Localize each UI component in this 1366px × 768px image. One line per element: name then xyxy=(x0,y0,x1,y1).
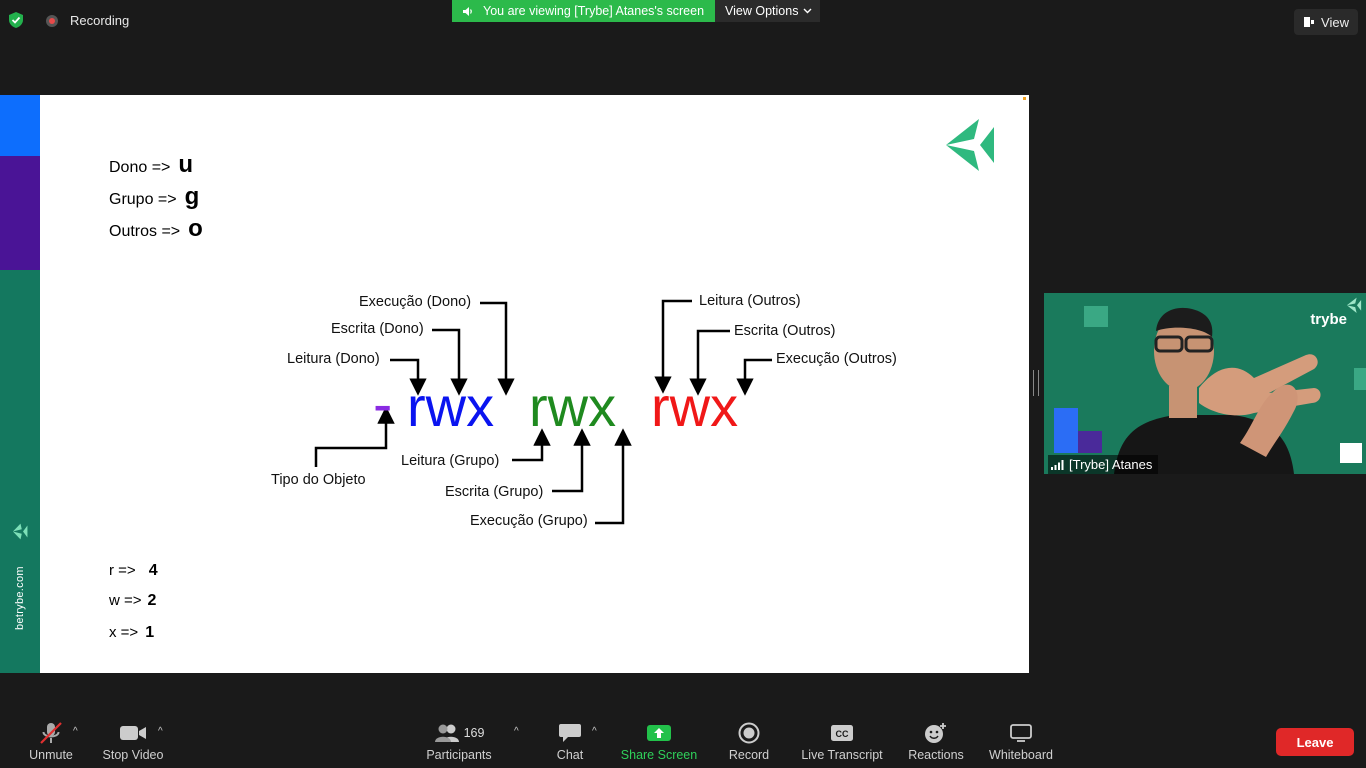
owner-dono-letter: u xyxy=(178,151,194,178)
live-transcript-label: Live Transcript xyxy=(801,748,883,762)
participant-name-label: [Trybe] Atanes xyxy=(1048,455,1159,474)
recording-label: Recording xyxy=(70,13,130,28)
shared-screen-slide: betrybe.com Dono => u Grupo => g Outros … xyxy=(0,95,1029,673)
owner-grupo-label: Grupo => xyxy=(109,191,177,208)
value-w-row: w => 2 xyxy=(109,592,156,610)
owner-outros-letter: o xyxy=(188,215,203,242)
others-perms-text: rwx xyxy=(651,375,738,438)
share-screen-button[interactable]: Share Screen xyxy=(614,716,704,768)
meeting-toolbar: Unmute ^ Stop Video ^ 169 Participants ^ xyxy=(0,716,1366,768)
viewing-notice-text: You are viewing [Trybe] Atanes's screen xyxy=(483,4,705,18)
value-r-number: 4 xyxy=(148,562,158,579)
live-transcript-button[interactable]: CC Live Transcript xyxy=(794,716,890,768)
corner-dot xyxy=(1023,97,1026,100)
value-x-row: x => 1 xyxy=(109,624,154,642)
whiteboard-icon xyxy=(1010,724,1032,742)
unmute-button[interactable]: Unmute xyxy=(22,716,80,768)
reactions-label: Reactions xyxy=(908,748,964,762)
share-screen-label: Share Screen xyxy=(620,748,698,762)
participants-label: Participants xyxy=(426,748,492,762)
value-w-label: w => xyxy=(109,592,142,609)
leave-button[interactable]: Leave xyxy=(1276,728,1354,756)
label-leitura-grupo: Leitura (Grupo) xyxy=(401,453,500,469)
smiley-reaction-icon xyxy=(925,723,946,743)
owner-perms-text: rwx xyxy=(407,375,494,438)
slide-stripe-purple xyxy=(0,156,40,270)
unmute-label: Unmute xyxy=(29,748,73,762)
video-options-chevron-up-icon[interactable]: ^ xyxy=(158,726,163,737)
value-r-label: r => xyxy=(109,562,136,579)
chat-button[interactable]: Chat xyxy=(548,716,592,768)
chat-bubble-icon xyxy=(559,724,581,742)
stop-video-button[interactable]: Stop Video xyxy=(98,716,168,768)
label-escrita-outros: Escrita (Outros) xyxy=(734,323,836,339)
owner-grupo-row: Grupo => g xyxy=(109,183,199,211)
record-button[interactable]: Record xyxy=(722,716,776,768)
trybe-side-logo-icon xyxy=(12,523,28,540)
chat-options-chevron-up-icon[interactable]: ^ xyxy=(592,726,597,737)
audio-options-chevron-up-icon[interactable]: ^ xyxy=(73,726,78,737)
label-leitura-dono: Leitura (Dono) xyxy=(287,351,380,367)
value-x-label: x => xyxy=(109,624,139,641)
participants-options-chevron-up-icon[interactable]: ^ xyxy=(514,726,519,737)
participant-name-text: [Trybe] Atanes xyxy=(1069,457,1153,472)
meeting-top-bar: Recording You are viewing [Trybe] Atanes… xyxy=(0,0,1366,44)
owner-outros-label: Outros => xyxy=(109,223,181,240)
chat-label: Chat xyxy=(556,748,584,762)
video-camera-icon xyxy=(120,726,146,740)
label-execucao-grupo: Execução (Grupo) xyxy=(470,513,588,529)
label-escrita-dono: Escrita (Dono) xyxy=(331,321,424,337)
recording-icon xyxy=(46,14,58,27)
viewing-notice: You are viewing [Trybe] Atanes's screen xyxy=(452,0,716,22)
whiteboard-button[interactable]: Whiteboard xyxy=(984,716,1058,768)
value-r-row: r => 4 xyxy=(109,562,158,580)
participants-button[interactable]: 169 Participants xyxy=(420,716,498,768)
label-escrita-grupo: Escrita (Grupo) xyxy=(445,484,544,500)
view-options-label: View Options xyxy=(725,4,799,18)
owner-dono-row: Dono => u xyxy=(109,151,193,179)
view-button[interactable]: View xyxy=(1294,9,1358,35)
signal-strength-icon xyxy=(1051,460,1064,470)
owner-outros-row: Outros => o xyxy=(109,215,203,243)
closed-caption-icon: CC xyxy=(831,725,853,741)
view-label: View xyxy=(1321,14,1349,30)
participant-video-tile[interactable]: trybe [Trybe] Atanes xyxy=(1044,293,1366,474)
recording-indicator[interactable]: Recording xyxy=(46,13,129,28)
stop-video-label: Stop Video xyxy=(102,748,164,762)
muted-microphone-icon xyxy=(40,722,62,744)
label-execucao-outros: Execução (Outros) xyxy=(776,351,897,367)
speaker-icon xyxy=(463,6,472,16)
security-shield-icon[interactable] xyxy=(7,11,25,29)
label-tipo-objeto: Tipo do Objeto xyxy=(271,472,366,488)
whiteboard-label: Whiteboard xyxy=(989,748,1053,762)
value-w-number: 2 xyxy=(147,592,157,609)
presenter-figure xyxy=(1114,307,1321,474)
group-perms-text: rwx xyxy=(529,375,616,438)
label-leitura-outros: Leitura (Outros) xyxy=(699,293,801,309)
participants-count: 169 xyxy=(463,726,485,740)
view-layout-icon xyxy=(1304,17,1315,27)
label-execucao-dono: Execução (Dono) xyxy=(359,294,472,310)
record-label: Record xyxy=(728,748,770,762)
betrybe-url-text: betrybe.com xyxy=(14,566,26,630)
cc-icon-text: CC xyxy=(836,729,849,739)
owner-dono-label: Dono => xyxy=(109,159,171,176)
screen-share-banner: You are viewing [Trybe] Atanes's screen … xyxy=(452,0,821,22)
view-options-button[interactable]: View Options xyxy=(715,0,821,22)
participants-icon xyxy=(434,724,459,742)
value-x-number: 1 xyxy=(145,624,155,641)
slide-stripe-blue xyxy=(0,95,40,156)
object-type-char: - xyxy=(373,372,392,437)
owner-grupo-letter: g xyxy=(184,183,200,210)
chevron-down-icon xyxy=(803,8,812,14)
panel-resize-handle[interactable] xyxy=(1033,370,1039,396)
reactions-button[interactable]: Reactions xyxy=(904,716,968,768)
trybe-logo-icon xyxy=(946,119,994,171)
record-icon xyxy=(738,722,760,744)
share-screen-icon xyxy=(647,725,671,741)
